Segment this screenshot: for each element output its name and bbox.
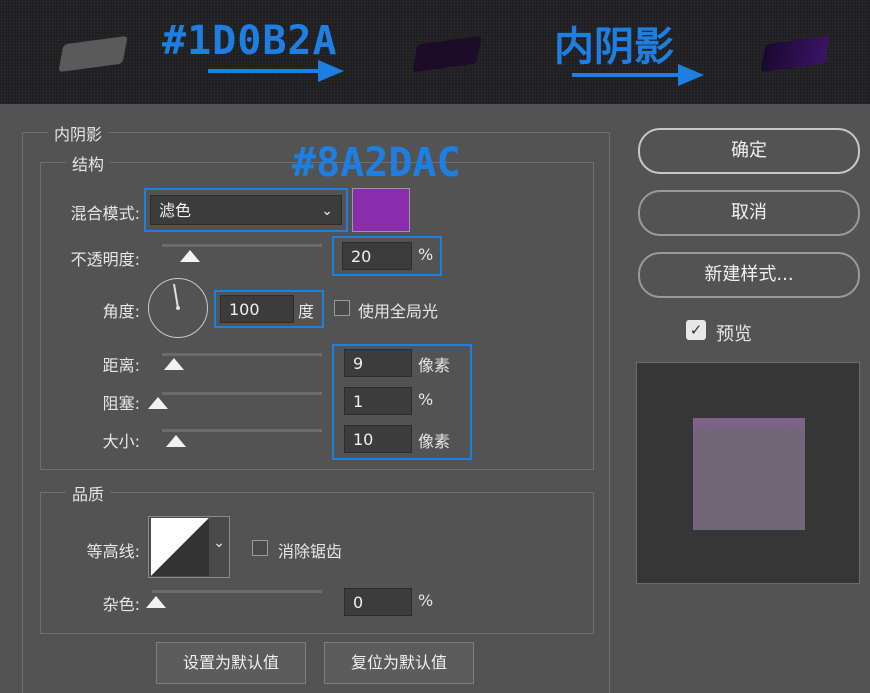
new-style-button[interactable]: 新建样式... [638,252,860,298]
noise-unit: % [418,591,434,610]
distance-label: 距离: [102,356,140,375]
distance-input[interactable]: 9 [344,349,412,377]
anti-alias-checkbox[interactable] [252,540,268,556]
choke-unit: % [418,390,434,409]
opacity-input[interactable]: 20 [342,242,412,270]
inner-shadow-dialog: 内阴影 结构 #8A2DAC 混合模式: 滤色 ⌄ 不透明度: 20 % 角度:… [0,104,870,693]
preview-swatch [693,418,805,530]
angle-unit: 度 [298,302,315,321]
dark-purple-swatch [412,35,482,73]
noise-label: 杂色: [102,595,140,614]
section-title: 内阴影 [48,121,109,145]
global-light-label: 使用全局光 [358,302,439,321]
opacity-unit: % [418,245,434,264]
preview-panel [636,362,860,584]
choke-slider-knob[interactable] [148,397,168,409]
chevron-down-icon: ⌄ [321,203,333,219]
blend-mode-value: 滤色 [159,201,192,220]
anti-alias-label: 消除锯齿 [278,542,343,561]
preview-checkbox[interactable]: ✓ [686,320,706,340]
angle-needle-icon [173,283,180,310]
global-light-checkbox[interactable] [334,300,350,316]
angle-input[interactable]: 100 [220,295,294,323]
distance-unit: 像素 [418,356,451,375]
gray-swatch [58,35,128,73]
contour-picker[interactable]: ⌄ [148,516,230,578]
cancel-button[interactable]: 取消 [638,190,860,236]
choke-slider-track[interactable] [162,392,322,395]
blend-mode-label: 混合模式: [70,204,140,223]
opacity-slider-track[interactable] [162,244,322,247]
size-unit: 像素 [418,432,451,451]
arrow-right-icon [208,60,344,82]
blend-color-swatch[interactable] [352,188,410,232]
preview-label: 预览 [716,324,752,345]
purple-swatch [760,35,830,73]
noise-slider-track[interactable] [152,590,322,593]
size-slider-knob[interactable] [166,435,186,447]
reset-default-button[interactable]: 复位为默认值 [324,642,474,684]
contour-curve-icon [151,518,209,576]
color-annotation: #8A2DAC [292,140,461,186]
size-slider-track[interactable] [162,429,322,432]
distance-slider-knob[interactable] [164,358,184,370]
distance-slider-track[interactable] [162,353,322,356]
set-default-button[interactable]: 设置为默认值 [156,642,306,684]
angle-dial[interactable] [148,278,208,338]
chevron-down-icon: ⌄ [213,535,225,551]
blend-mode-select[interactable]: 滤色 ⌄ [150,195,342,225]
ok-button[interactable]: 确定 [638,128,860,174]
size-input[interactable]: 10 [344,425,412,453]
choke-label: 阻塞: [102,394,140,413]
opacity-slider-knob[interactable] [180,250,200,262]
noise-slider-knob[interactable] [146,596,166,608]
structure-title: 结构 [66,151,111,175]
noise-input[interactable]: 0 [344,588,412,616]
angle-label: 角度: [102,302,140,321]
top-banner: #1D0B2A 内阴影 [0,0,870,104]
contour-label: 等高线: [86,542,140,561]
quality-title: 品质 [66,481,111,505]
check-icon: ✓ [689,321,703,339]
opacity-label: 不透明度: [70,250,140,269]
arrow-right-icon [572,64,704,86]
choke-input[interactable]: 1 [344,387,412,415]
size-label: 大小: [102,432,140,451]
